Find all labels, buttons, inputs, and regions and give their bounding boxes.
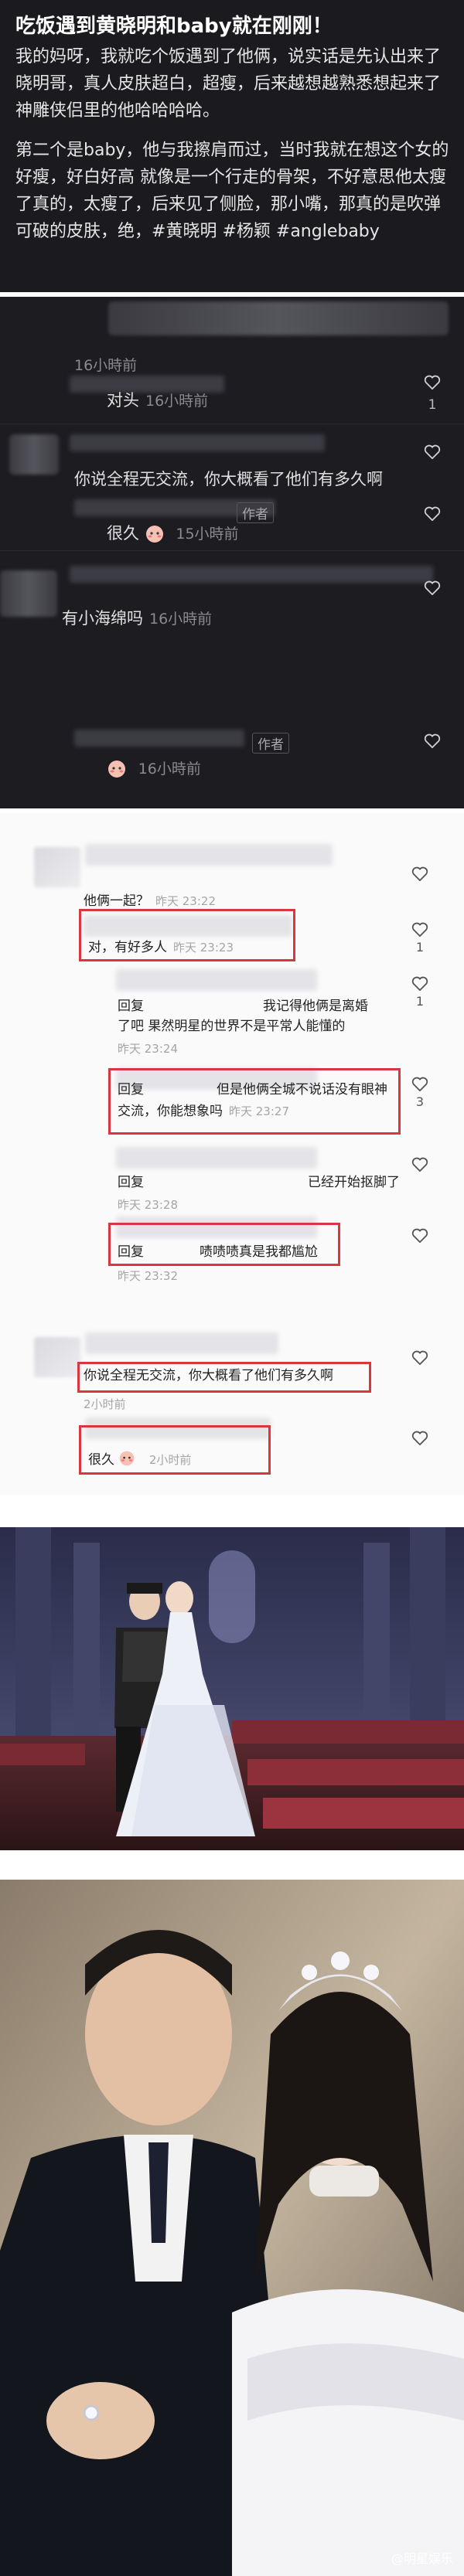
divider	[0, 550, 464, 551]
post-paragraph-1: 我的妈呀，我就吃个饭遇到了他俩，说实话是先认出来了晓明哥，真人皮肤超白，超瘦，后…	[15, 47, 442, 121]
reply-label[interactable]: 回复	[118, 1173, 144, 1192]
like-heart-icon[interactable]	[411, 1227, 428, 1243]
comment-time: 昨天 23:32	[118, 1269, 178, 1283]
comment-item: 16小時前 对头 16小時前 1	[0, 297, 464, 413]
author-tag: 作者	[237, 502, 274, 523]
couple-closeup-illustration	[0, 1880, 464, 2576]
comment-item: 作者 16小時前	[0, 730, 464, 807]
like-heart-icon[interactable]	[411, 1430, 428, 1445]
comment-text: 对，有好多人 昨天 23:23	[88, 940, 234, 955]
avatar	[34, 847, 80, 887]
hashtag[interactable]: #黄晓明	[152, 222, 217, 241]
comment-text: 啧啧啧真是我都尴尬	[200, 1244, 318, 1260]
dark-comment-section: 16小時前 对头 16小時前 1 你说全程无交流，你大概看了他们有多久啊 作者 很…	[0, 297, 464, 808]
shy-face-emoji-icon	[145, 524, 165, 544]
comment-text-line2: 交流，你能想象吗 昨天 23:27	[118, 1104, 289, 1119]
wedding-photo-church	[0, 1527, 464, 1850]
hashtag[interactable]: #杨颖	[222, 222, 270, 241]
like-count: 1	[415, 940, 425, 955]
blurred-name	[70, 434, 325, 451]
comment-text: 我记得他俩是离婚	[263, 999, 368, 1014]
blurred-name	[70, 566, 433, 583]
like-heart-icon[interactable]	[424, 444, 441, 459]
comment-text-line2: 了吧 果然明星的世界不是平常人能懂的	[118, 1019, 346, 1034]
shy-face-emoji-icon	[118, 1450, 138, 1470]
comment-time: 昨天 23:24	[118, 1042, 178, 1056]
like-heart-icon[interactable]	[411, 866, 428, 881]
like-heart-icon[interactable]	[411, 1156, 428, 1172]
author-tag: 作者	[252, 733, 289, 754]
post-paragraph-2: 第二个是baby，他与我擦肩而过，当时我就在想这个女的好瘦，好白好高 就像是一个…	[15, 137, 450, 245]
comment-time: 16小時前	[74, 357, 138, 374]
like-heart-icon[interactable]	[424, 505, 441, 521]
comment-text: 对头 16小時前	[107, 391, 209, 410]
wedding-photo-closeup: @明星娱乐	[0, 1880, 464, 2576]
like-count: 1	[428, 397, 437, 413]
comment-text: 你说全程无交流，你大概看了他们有多久啊	[84, 1368, 333, 1383]
like-heart-icon[interactable]	[424, 374, 441, 390]
comment-text: 有小海绵吗 16小時前	[62, 609, 213, 628]
light-comment-section: 他俩一起？ 昨天 23:22 1 对，有好多人 昨天 23:23 1 回复 我记得他…	[0, 813, 464, 1495]
like-heart-icon[interactable]	[411, 1076, 428, 1091]
like-heart-icon[interactable]	[411, 1349, 428, 1365]
comment-text: 你说全程无交流，你大概看了他们有多久啊	[74, 470, 383, 488]
reply-label[interactable]: 回复	[118, 997, 144, 1016]
comment-text: 已经开始抠脚了	[308, 1175, 400, 1190]
avatar	[9, 434, 59, 475]
comment-text: 16小時前	[107, 757, 201, 779]
comment-item: 你说全程无交流，你大概看了他们有多久啊 作者 很久 15小時前	[0, 428, 464, 544]
hashtag[interactable]: #anglebaby	[276, 222, 380, 241]
like-heart-icon[interactable]	[411, 921, 428, 937]
highlight-box	[108, 1068, 401, 1135]
like-heart-icon[interactable]	[424, 580, 441, 595]
comment-text: 很久 2小时前	[88, 1450, 191, 1470]
avatar	[34, 1337, 80, 1377]
comment-time: 2小时前	[84, 1397, 126, 1411]
blurred-name	[85, 1332, 278, 1354]
reply-label[interactable]: 回复	[118, 1080, 144, 1099]
comment-text: 很久 15小時前	[107, 524, 239, 544]
like-count: 1	[415, 994, 425, 1009]
like-heart-icon[interactable]	[411, 975, 428, 991]
shy-face-emoji-icon	[107, 759, 127, 779]
post-card: 吃饭遇到黄晓明和baby就在刚刚！ 我的妈呀，我就吃个饭遇到了他俩，说实话是先认…	[0, 0, 464, 292]
like-heart-icon[interactable]	[424, 733, 441, 748]
blurred-content	[108, 301, 449, 335]
blurred-name	[85, 844, 333, 866]
comment-text: 他俩一起？ 昨天 23:22	[84, 893, 216, 909]
church-scene-illustration	[0, 1527, 464, 1850]
blurred-name	[116, 1147, 317, 1169]
like-count: 3	[415, 1094, 425, 1109]
watermark-text: @明星娱乐	[391, 2551, 453, 2566]
reply-label[interactable]: 回复	[118, 1243, 144, 1261]
comment-item: 有小海绵吗 16小時前	[0, 556, 464, 634]
comment-time: 昨天 23:28	[118, 1198, 178, 1212]
comment-text: 但是他俩全城不说话没有眼神	[217, 1082, 387, 1097]
blurred-name	[74, 730, 244, 747]
avatar	[0, 570, 57, 617]
blurred-name	[116, 969, 317, 991]
post-title: 吃饭遇到黄晓明和baby就在刚刚！	[15, 15, 333, 38]
